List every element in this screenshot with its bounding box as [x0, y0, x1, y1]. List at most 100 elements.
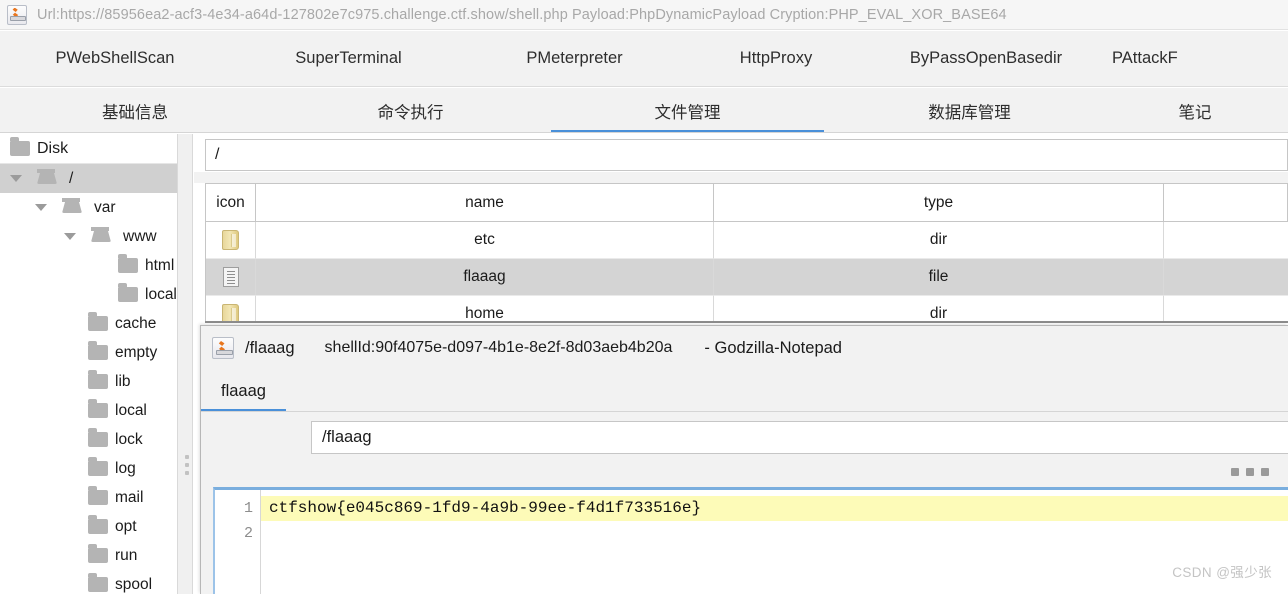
tree-item-www-local[interactable]: local	[0, 280, 177, 309]
chevron-down-icon[interactable]	[8, 175, 24, 182]
folder-icon	[88, 544, 108, 563]
notepad-dialog: /flaaag shellId:90f4075e-d097-4b1e-8e2f-…	[200, 325, 1288, 594]
java-coffee-icon	[212, 337, 234, 359]
row-type-cell: file	[714, 259, 1164, 296]
tree-item-log[interactable]: log	[0, 454, 177, 483]
window-titlebar: Url:https://85956ea2-acf3-4e34-a64d-1278…	[0, 0, 1288, 30]
plugin-tab-httpproxy[interactable]: HttpProxy	[682, 49, 870, 68]
column-header-extra[interactable]	[1164, 184, 1288, 221]
table-row[interactable]: home dir	[206, 296, 1288, 323]
plugin-tab-pmeterpreter[interactable]: PMeterpreter	[467, 49, 682, 68]
editor-line-number-gutter: 1 2	[215, 490, 261, 594]
folder-icon	[88, 341, 108, 360]
column-header-name[interactable]: name	[256, 184, 714, 221]
table-bottom-border	[205, 321, 1288, 323]
editor-line: ctfshow{e045c869-1fd9-4a9b-99ee-f4d1f733…	[261, 496, 1288, 521]
row-name-cell: etc	[256, 222, 714, 259]
chevron-down-icon[interactable]	[62, 233, 78, 240]
tree-item-lib[interactable]: lib	[0, 367, 177, 396]
tree-item-label: www	[123, 227, 157, 245]
folder-icon	[222, 230, 239, 250]
row-extra-cell	[1164, 259, 1288, 296]
folder-icon	[88, 370, 108, 389]
notepad-path-row: /flaaag	[201, 412, 1288, 464]
tree-item-www[interactable]: www	[0, 222, 177, 251]
sidebar-split-handle[interactable]	[185, 455, 190, 477]
tree-item-label: /	[69, 169, 74, 187]
tree-item-spool[interactable]: spool	[0, 570, 177, 594]
tree-item-label: spool	[115, 575, 153, 593]
notepad-editor[interactable]: 1 2 ctfshow{e045c869-1fd9-4a9b-99ee-f4d1…	[213, 487, 1288, 594]
column-header-type[interactable]: type	[714, 184, 1164, 221]
row-type-cell: dir	[714, 222, 1164, 259]
tree-item-label: empty	[115, 343, 158, 361]
folder-icon	[118, 283, 138, 302]
row-type-cell: dir	[714, 296, 1164, 323]
folder-icon	[37, 169, 57, 184]
sidebar-scrollbar[interactable]	[178, 134, 193, 594]
tree-item-lock[interactable]: lock	[0, 425, 177, 454]
notepad-tab-bar[interactable]: flaaag	[201, 370, 1288, 412]
row-name-cell: flaaag	[256, 259, 714, 296]
path-input[interactable]: /	[205, 139, 1288, 171]
folder-icon	[88, 312, 108, 331]
tree-item-label: mail	[115, 488, 144, 506]
line-number: 1	[243, 500, 253, 517]
sidebar-scrollbar-thumb[interactable]	[180, 136, 191, 386]
notepad-path-input[interactable]: /flaaag	[311, 421, 1288, 454]
row-name-cell: home	[256, 296, 714, 323]
plugin-tab-bar[interactable]: PWebShellScan SuperTerminal PMeterpreter…	[0, 31, 1288, 87]
tree-item-cache[interactable]: cache	[0, 309, 177, 338]
toolbar-spacer	[194, 172, 1288, 183]
tree-item-opt[interactable]: opt	[0, 512, 177, 541]
tree-item-run[interactable]: run	[0, 541, 177, 570]
folder-icon	[88, 457, 108, 476]
table-row[interactable]: flaaag file	[206, 259, 1288, 296]
row-extra-cell	[1164, 296, 1288, 323]
notepad-shell-id: shellId:90f4075e-d097-4b1e-8e2f-8d03aeb4…	[324, 339, 673, 356]
tree-item-label: log	[115, 459, 136, 477]
function-tab-bar[interactable]: 基础信息 命令执行 文件管理 数据库管理 笔记	[0, 88, 1288, 133]
row-icon-cell	[206, 296, 256, 323]
tree-item-empty[interactable]: empty	[0, 338, 177, 367]
tree-item-label: html	[145, 256, 175, 274]
folder-icon	[118, 254, 138, 273]
tree-item-html[interactable]: html	[0, 251, 177, 280]
tree-item-local[interactable]: local	[0, 396, 177, 425]
tree-item-label: var	[94, 198, 116, 216]
notepad-path-value: /flaaag	[322, 428, 372, 446]
folder-icon	[62, 198, 82, 213]
tab-basic-info[interactable]: 基础信息	[0, 88, 270, 133]
tree-item-label: local	[145, 285, 177, 303]
row-icon-cell	[206, 259, 256, 296]
table-row[interactable]: etc dir	[206, 222, 1288, 259]
tree-item-root[interactable]: /	[0, 164, 177, 193]
file-icon	[222, 267, 239, 287]
file-list-table[interactable]: icon name type etc dir flaaag file home …	[205, 183, 1288, 323]
path-input-value: /	[215, 146, 220, 163]
tab-command-exec[interactable]: 命令执行	[270, 88, 551, 133]
plugin-tab-pattackf[interactable]: PAttackF	[1102, 49, 1222, 68]
more-dots-icon[interactable]	[1231, 468, 1269, 476]
chevron-down-icon[interactable]	[33, 204, 49, 211]
column-header-icon[interactable]: icon	[206, 184, 256, 221]
tree-item-var[interactable]: var	[0, 193, 177, 222]
tree-header-disk: Disk	[0, 134, 177, 164]
notepad-tab-flaaag[interactable]: flaaag	[201, 370, 286, 412]
tab-bar-divider	[0, 132, 1288, 133]
row-extra-cell	[1164, 222, 1288, 259]
plugin-tab-superterminal[interactable]: SuperTerminal	[230, 49, 467, 68]
window-title: Url:https://85956ea2-acf3-4e34-a64d-1278…	[37, 6, 1007, 23]
plugin-tab-pwebshellscan[interactable]: PWebShellScan	[0, 49, 230, 68]
tree-item-label: local	[115, 401, 147, 419]
directory-tree[interactable]: Disk / var www html local cache empty li…	[0, 134, 178, 594]
plugin-tab-bypassopenbasedir[interactable]: ByPassOpenBasedir	[870, 49, 1102, 68]
editor-content[interactable]: ctfshow{e045c869-1fd9-4a9b-99ee-f4d1f733…	[261, 490, 1288, 594]
tab-file-manager[interactable]: 文件管理	[551, 88, 824, 133]
tree-item-mail[interactable]: mail	[0, 483, 177, 512]
java-coffee-icon	[7, 4, 27, 25]
tab-database-manager[interactable]: 数据库管理	[824, 88, 1115, 133]
folder-icon	[88, 515, 108, 534]
tab-notes[interactable]: 笔记	[1115, 88, 1275, 133]
line-number: 2	[243, 525, 253, 542]
